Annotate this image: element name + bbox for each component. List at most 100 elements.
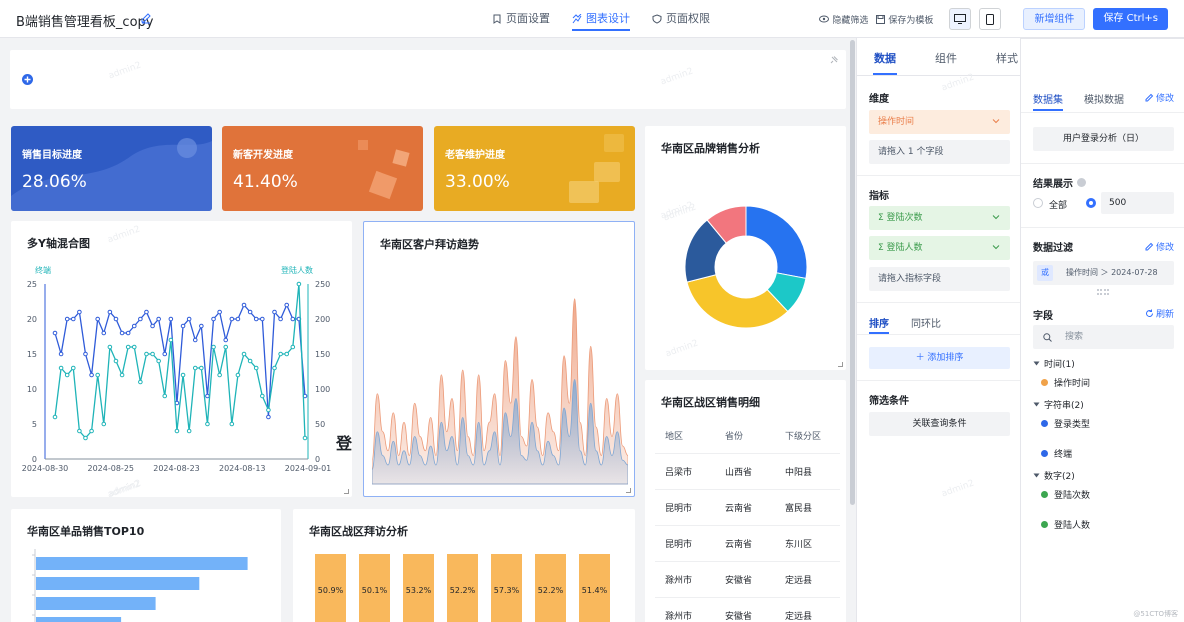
tab-sort[interactable]: 排序 (869, 315, 889, 330)
dataset-selector[interactable]: 用户登录分析（日） (1033, 127, 1174, 151)
metric-drop-zone[interactable]: 请拖入指标字段 (869, 267, 1010, 291)
brand-sales-card[interactable]: 华南区品牌销售分析 admin2 admin2 (645, 126, 846, 370)
save-template-button[interactable]: 保存为模板 (876, 13, 933, 26)
watermark: admin2 (659, 66, 695, 88)
metric-field-chip[interactable]: Σ 登陆次数 (869, 206, 1010, 230)
pin-icon[interactable] (829, 56, 838, 65)
tab-label: 页面权限 (666, 12, 710, 25)
linked-query-button[interactable]: 关联查询条件 (869, 412, 1010, 436)
donut-chart (684, 205, 808, 329)
series-point (138, 316, 143, 322)
series-point (211, 344, 216, 350)
chevron-down-icon[interactable] (992, 243, 1000, 251)
hide-filter-button[interactable]: 隐藏筛选 (819, 13, 868, 26)
multi-axis-chart-card[interactable]: 多Y轴混合图 终端 登陆人数 0 0 5 50 10 100 15 150 20 200 25 250… (11, 221, 352, 501)
column-header[interactable]: 下级分区 (785, 429, 821, 442)
tab-page-settings[interactable]: 页面设置 (492, 0, 550, 38)
canvas-scrollbar[interactable] (850, 40, 855, 505)
visit-trend-card[interactable]: 华南区客户拜访趋势 登 (336, 221, 635, 497)
series-point (217, 372, 222, 378)
series-point (223, 337, 229, 343)
zone-visit-card[interactable]: 华南区战区拜访分析 50.9% 50.1% 53.2% 52.2% 57.3% 52.2%… (293, 509, 635, 622)
field-item[interactable]: 终端 (1041, 447, 1072, 460)
tab-page-permission[interactable]: 页面权限 (652, 0, 710, 38)
tab-style[interactable]: 样式 (996, 50, 1018, 66)
kpi-card-sales-target[interactable]: 销售目标进度 28.06% (11, 126, 212, 211)
filter-rule[interactable]: 或 操作时间 ＞ 2024-07-28 (1033, 261, 1174, 285)
right-tick-label: 100 (315, 385, 330, 394)
right-axis-label: 登陆人数 (281, 265, 313, 275)
tab-mock-data[interactable]: 模拟数据 (1084, 91, 1124, 106)
desktop-view-button[interactable] (949, 8, 972, 30)
table-row[interactable]: 滁州市 安徽省 定远县 (655, 562, 840, 598)
tab-component[interactable]: 组件 (935, 50, 957, 66)
tab-period-compare[interactable]: 同环比 (911, 315, 941, 330)
field-group-label: 时间(1) (1044, 360, 1075, 370)
save-button[interactable]: 保存 Ctrl+s (1093, 8, 1168, 30)
help-icon[interactable] (1077, 178, 1086, 187)
caret-down-icon (1033, 361, 1040, 366)
metric-field-chip[interactable]: Σ 登陆人数 (869, 236, 1010, 260)
dimension-drop-zone[interactable]: 请拖入 1 个字段 (869, 140, 1010, 164)
metric-field-label: Σ 登陆人数 (878, 243, 923, 253)
resize-handle[interactable] (838, 362, 843, 367)
tab-data[interactable]: 数据 (874, 50, 896, 66)
table-row[interactable]: 吕梁市 山西省 中阳县 (655, 454, 840, 490)
kpi-decoration (358, 140, 410, 200)
resize-handle[interactable] (344, 489, 349, 494)
chevron-down-icon[interactable] (992, 213, 1000, 221)
add-sort-button[interactable]: ＋ 添加排序 (869, 347, 1010, 369)
series-point (144, 309, 149, 315)
divider (1021, 163, 1184, 164)
table-cell: 东川区 (785, 540, 813, 550)
edit-title-icon[interactable] (140, 12, 152, 24)
table-row[interactable]: 滁州市 安徽省 定远县 (655, 598, 840, 622)
field-item[interactable]: 操作时间 (1041, 376, 1090, 389)
field-search-input[interactable]: 搜索 (1033, 325, 1174, 349)
field-item[interactable]: 登陆次数 (1041, 488, 1090, 501)
resize-handle[interactable] (626, 488, 631, 493)
drag-handle[interactable] (1097, 289, 1109, 295)
field-item[interactable]: 登录类型 (1041, 417, 1090, 430)
table-cell: 滁州市 (665, 576, 693, 586)
kpi-card-new-customer[interactable]: 新客开发进度 41.40% (222, 126, 423, 211)
field-item[interactable]: 登陆人数 (1041, 518, 1090, 531)
series-point (101, 421, 107, 427)
table-row[interactable]: 昆明市 云南省 富民县 (655, 490, 840, 526)
radio-limit[interactable] (1086, 198, 1096, 208)
top10-sales-card[interactable]: 华南区单品销售TOP10 (11, 509, 281, 622)
tab-dataset[interactable]: 数据集 (1033, 91, 1063, 106)
kpi-card-old-customer[interactable]: 老客维护进度 33.00% (434, 126, 635, 211)
tab-chart-design[interactable]: 图表设计 (572, 0, 630, 38)
column-header[interactable]: 地区 (665, 429, 683, 442)
active-tab-indicator (873, 73, 897, 75)
add-component-button[interactable]: 新增组件 (1023, 8, 1086, 30)
column-header[interactable]: 省份 (725, 429, 743, 442)
mobile-view-button[interactable] (979, 8, 1002, 30)
bar (36, 617, 122, 622)
document-title[interactable]: B端销售管理看板_copy (16, 11, 153, 30)
table-row[interactable]: 昆明市 云南省 东川区 (655, 526, 840, 562)
dimension-field-chip[interactable]: 操作时间 (869, 110, 1010, 134)
series-point (205, 393, 210, 399)
edit-dataset-button[interactable]: 修改 (1145, 91, 1174, 104)
field-type-dot-icon (1041, 420, 1048, 427)
table-cell: 滁州市 (665, 612, 693, 622)
x-tick-label: 2024-08-30 (22, 464, 69, 473)
region-sales-table-card[interactable]: 华南区战区销售明细 地区 省份 下级分区 吕梁市 山西省 中阳县 昆明市 云南省 富民县 昆明市云… (645, 380, 846, 622)
field-group[interactable]: 数字(2) (1033, 469, 1075, 482)
add-filter-icon[interactable] (22, 74, 33, 85)
field-type-dot-icon (1041, 521, 1048, 528)
kpi-decoration (11, 138, 212, 211)
series-point (95, 316, 100, 322)
refresh-fields-button[interactable]: 刷新 (1145, 307, 1174, 320)
field-group[interactable]: 时间(1) (1033, 357, 1075, 370)
field-group[interactable]: 字符串(2) (1033, 398, 1084, 411)
chevron-down-icon[interactable] (992, 117, 1000, 125)
series-point (253, 316, 259, 322)
row-limit-input[interactable]: 500 (1101, 192, 1174, 214)
series-point (64, 372, 70, 378)
dataset-tab-indicator (1033, 109, 1063, 111)
edit-filter-button[interactable]: 修改 (1145, 240, 1174, 253)
radio-all[interactable] (1033, 198, 1043, 208)
